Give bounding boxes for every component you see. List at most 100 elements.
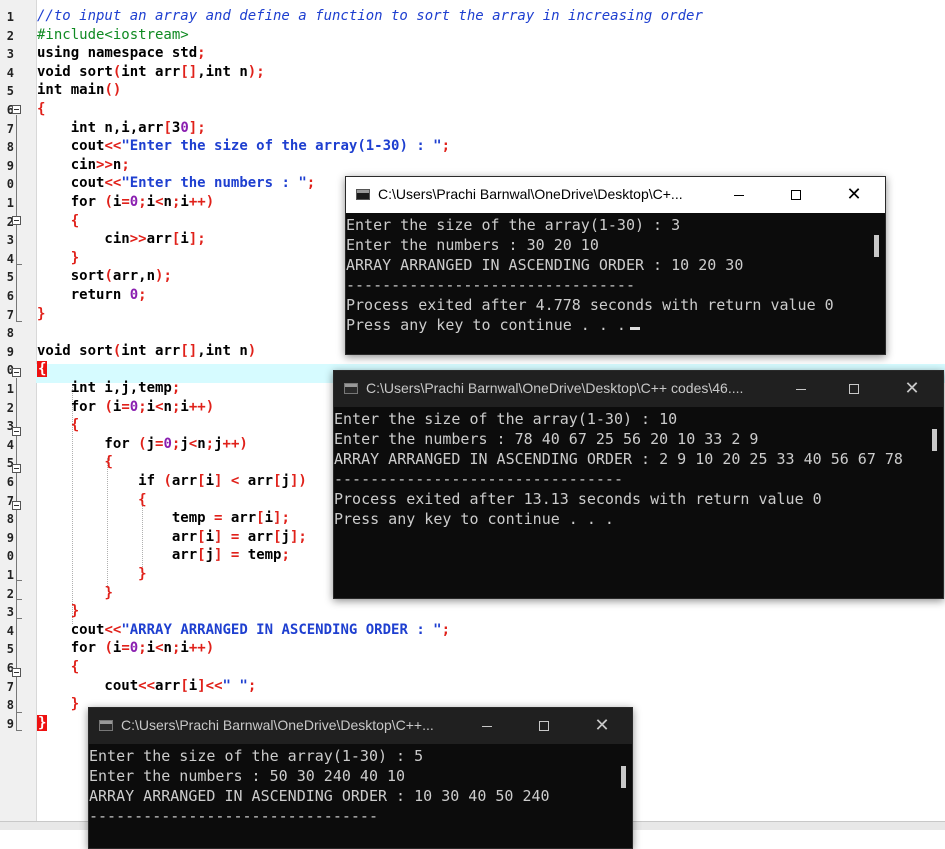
line-number: 8 bbox=[6, 698, 14, 713]
code-line[interactable]: } bbox=[37, 585, 112, 604]
code-line[interactable]: { bbox=[37, 101, 45, 120]
code-line[interactable]: cin>>n; bbox=[37, 157, 130, 176]
code-line[interactable]: return 0; bbox=[37, 287, 147, 306]
code-line[interactable]: cin>>arr[i]; bbox=[37, 231, 205, 250]
minimize-button[interactable] bbox=[716, 177, 762, 213]
code-line[interactable]: { bbox=[37, 492, 146, 511]
minimize-button[interactable] bbox=[464, 708, 510, 744]
console-window-1[interactable]: C:\Users\Prachi Barnwal\OneDrive\Desktop… bbox=[345, 176, 886, 355]
code-line[interactable]: for (i=0;i<n;i++) bbox=[37, 194, 214, 213]
fold-end-tick bbox=[16, 264, 22, 265]
line-number: 9 bbox=[6, 344, 14, 359]
console-app-icon bbox=[99, 720, 113, 731]
close-button[interactable]: ✕ bbox=[889, 371, 935, 407]
line-number: 1 bbox=[6, 10, 14, 24]
fold-toggle-icon[interactable] bbox=[12, 668, 21, 677]
title-bar[interactable]: C:\Users\Prachi Barnwal\OneDrive\Desktop… bbox=[346, 177, 885, 213]
console-output: Enter the size of the array(1-30) : 3 En… bbox=[346, 213, 885, 354]
code-line[interactable]: int i,j,temp; bbox=[37, 380, 181, 399]
line-number: 2 bbox=[6, 400, 14, 415]
line-number: 7 bbox=[6, 307, 14, 322]
console-app-icon bbox=[344, 383, 358, 394]
console-output: Enter the size of the array(1-30) : 10 E… bbox=[334, 407, 943, 598]
code-line[interactable]: { bbox=[37, 454, 112, 473]
scrollbar-thumb[interactable] bbox=[621, 766, 626, 788]
line-number: 8 bbox=[6, 140, 14, 155]
console-line: Enter the numbers : 78 40 67 25 56 20 10… bbox=[334, 430, 759, 448]
line-number: 4 bbox=[6, 65, 14, 80]
code-line[interactable]: } bbox=[37, 603, 79, 622]
code-line[interactable]: temp = arr[i]; bbox=[37, 510, 290, 529]
line-number: 2 bbox=[6, 586, 14, 601]
code-line[interactable]: for (i=0;i<n;i++) bbox=[37, 640, 214, 659]
line-number: 0 bbox=[6, 549, 14, 564]
code-line[interactable]: for (i=0;i<n;i++) bbox=[37, 399, 214, 418]
console-line: Enter the numbers : 30 20 10 bbox=[346, 236, 599, 254]
minimize-button[interactable] bbox=[778, 371, 824, 407]
code-line[interactable]: sort(arr,n); bbox=[37, 268, 172, 287]
console-line: Process exited after 4.778 seconds with … bbox=[346, 296, 834, 314]
code-line[interactable]: } bbox=[37, 250, 79, 269]
maximize-button[interactable] bbox=[773, 177, 819, 213]
console-window-2[interactable]: C:\Users\Prachi Barnwal\OneDrive\Desktop… bbox=[333, 370, 944, 599]
line-number: 8 bbox=[6, 512, 14, 527]
close-button[interactable]: ✕ bbox=[579, 708, 625, 744]
maximize-button[interactable] bbox=[831, 371, 877, 407]
console-window-3[interactable]: C:\Users\Prachi Barnwal\OneDrive\Desktop… bbox=[88, 707, 633, 849]
line-number: 9 bbox=[6, 716, 14, 731]
fold-toggle-icon[interactable] bbox=[12, 501, 21, 510]
code-line[interactable]: int main() bbox=[37, 82, 121, 101]
console-line: ARRAY ARRANGED IN ASCENDING ORDER : 10 3… bbox=[89, 787, 550, 805]
scrollbar-thumb[interactable] bbox=[874, 235, 879, 257]
title-bar[interactable]: C:\Users\Prachi Barnwal\OneDrive\Desktop… bbox=[89, 708, 632, 744]
close-button[interactable]: ✕ bbox=[831, 177, 877, 213]
title-bar[interactable]: C:\Users\Prachi Barnwal\OneDrive\Desktop… bbox=[334, 371, 943, 407]
line-number: 1 bbox=[6, 196, 14, 210]
line-number: 7 bbox=[6, 121, 14, 136]
console-line: -------------------------------- bbox=[89, 807, 378, 825]
fold-end-tick bbox=[16, 599, 22, 600]
code-line[interactable]: #include<iostream> bbox=[37, 27, 189, 46]
maximize-button[interactable] bbox=[521, 708, 567, 744]
line-number: 5 bbox=[6, 270, 14, 285]
code-line[interactable]: { bbox=[37, 361, 48, 380]
console-line: ARRAY ARRANGED IN ASCENDING ORDER : 10 2… bbox=[346, 256, 744, 274]
fold-toggle-icon[interactable] bbox=[12, 216, 21, 225]
fold-toggle-icon[interactable] bbox=[12, 105, 21, 114]
console-line: -------------------------------- bbox=[334, 470, 623, 488]
line-number: 1 bbox=[6, 382, 14, 396]
line-number: 7 bbox=[6, 679, 14, 694]
fold-toggle-icon[interactable] bbox=[12, 368, 21, 377]
console-line: -------------------------------- bbox=[346, 276, 635, 294]
code-line[interactable]: void sort(int arr[],int n) bbox=[37, 343, 256, 362]
code-line[interactable]: for (j=0;j<n;j++) bbox=[37, 436, 247, 455]
window-title: C:\Users\Prachi Barnwal\OneDrive\Desktop… bbox=[121, 717, 434, 733]
code-line[interactable]: } bbox=[37, 306, 45, 325]
console-line: Enter the numbers : 50 30 240 40 10 bbox=[89, 767, 406, 785]
line-number-gutter: 123456789012345678901234567890123456789 bbox=[0, 0, 37, 829]
code-line[interactable]: int n,i,arr[30]; bbox=[37, 120, 206, 139]
code-line[interactable]: arr[j] = temp; bbox=[37, 547, 290, 566]
code-line[interactable]: cout<<"ARRAY ARRANGED IN ASCENDING ORDER… bbox=[37, 622, 450, 641]
code-line[interactable]: arr[i] = arr[j]; bbox=[37, 529, 307, 548]
line-number: 9 bbox=[6, 158, 14, 173]
code-line[interactable]: if (arr[i] < arr[j]) bbox=[37, 473, 307, 492]
code-line[interactable]: void sort(int arr[],int n); bbox=[37, 64, 265, 83]
code-line[interactable]: //to input an array and define a functio… bbox=[37, 8, 703, 27]
console-line: Enter the size of the array(1-30) : 10 bbox=[334, 410, 678, 428]
console-line: Press any key to continue . . . bbox=[334, 510, 614, 528]
fold-toggle-icon[interactable] bbox=[12, 464, 21, 473]
code-line[interactable]: cout<<"Enter the size of the array(1-30)… bbox=[37, 138, 450, 157]
scrollbar-thumb[interactable] bbox=[932, 429, 937, 451]
code-line[interactable]: { bbox=[37, 213, 79, 232]
code-line[interactable]: } bbox=[37, 566, 146, 585]
code-line[interactable]: cout<<arr[i]<<" "; bbox=[37, 678, 256, 697]
code-line[interactable]: { bbox=[37, 417, 79, 436]
code-line[interactable]: } bbox=[37, 696, 79, 715]
fold-toggle-icon[interactable] bbox=[12, 427, 21, 436]
code-line[interactable]: } bbox=[37, 714, 48, 734]
code-line[interactable]: cout<<"Enter the numbers : "; bbox=[37, 175, 315, 194]
line-number: 6 bbox=[6, 475, 14, 489]
code-line[interactable]: using namespace std; bbox=[37, 45, 206, 64]
code-line[interactable]: { bbox=[37, 659, 79, 678]
